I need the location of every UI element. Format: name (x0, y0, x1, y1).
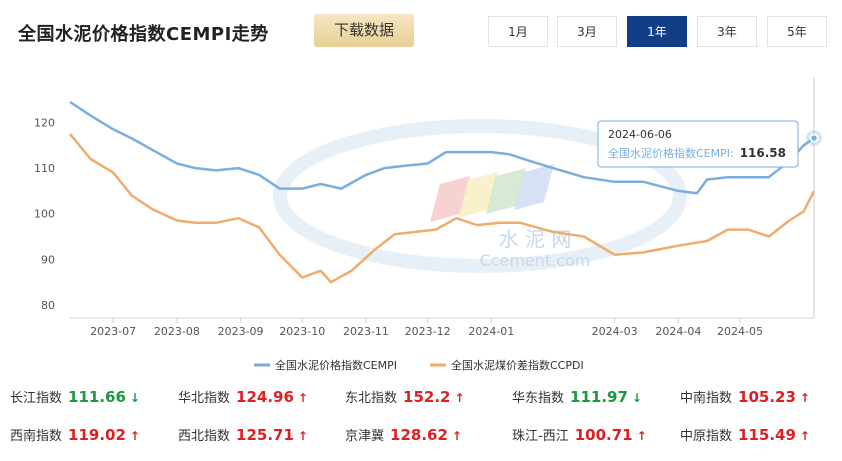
region-index-name: 珠江-西江 (512, 429, 569, 444)
region-index-item[interactable]: 华北指数 124.96 ↑ (178, 386, 308, 408)
region-index-value: 152.2 (403, 388, 451, 406)
region-index-name: 东北指数 (345, 391, 398, 406)
x-tick-label: 2024-03 (592, 325, 638, 338)
legend-label-0[interactable]: 全国水泥价格指数CEMPI (275, 358, 397, 372)
region-index-item[interactable]: 长江指数 111.66 ↓ (10, 386, 140, 408)
x-tick-label: 2023-09 (218, 325, 264, 338)
x-tick-label: 2023-10 (279, 325, 325, 338)
tab-range-1y[interactable]: 1年 (627, 16, 687, 47)
region-index-value: 128.62 (390, 426, 448, 444)
tooltip-label: 全国水泥价格指数CEMPI: (608, 146, 734, 160)
arrow-up-icon: ↑ (799, 429, 810, 443)
region-index-value: 111.97 (570, 388, 628, 406)
y-tick-label: 90 (41, 253, 55, 266)
region-index-name: 中南指数 (680, 391, 733, 406)
x-tick-label: 2024-05 (717, 325, 763, 338)
arrow-up-icon: ↑ (129, 429, 140, 443)
legend-label-1[interactable]: 全国水泥煤价差指数CCPDI (451, 358, 584, 372)
chart-area: 水 泥 网 Ccement.com 80 90 100 110 120 2023-07 20… (0, 64, 842, 376)
region-index-name: 长江指数 (10, 391, 63, 406)
arrow-down-icon: ↓ (631, 391, 642, 405)
tab-range-1m[interactable]: 1月 (488, 16, 548, 47)
arrow-up-icon: ↑ (636, 429, 647, 443)
region-index-name: 西北指数 (178, 429, 231, 444)
watermark-cn: 水 泥 网 (499, 227, 572, 251)
region-index-value: 100.71 (574, 426, 633, 444)
x-tick-label: 2023-08 (154, 325, 200, 338)
arrow-up-icon: ↑ (297, 391, 308, 405)
arrow-up-icon: ↑ (451, 429, 462, 443)
x-tick-label: 2024-01 (468, 325, 514, 338)
region-index-item[interactable]: 华东指数 111.97 ↓ (512, 386, 642, 408)
region-index-value: 125.71 (236, 426, 294, 444)
region-index-item[interactable]: 中南指数 105.23 ↑ (680, 386, 810, 408)
x-tick-label: 2023-11 (343, 325, 389, 338)
y-tick-label: 80 (41, 299, 55, 312)
region-index-item[interactable]: 西南指数 119.02 ↑ (10, 424, 140, 446)
y-tick-label: 100 (34, 208, 55, 221)
arrow-up-icon: ↑ (799, 391, 810, 405)
x-tick-label: 2023-07 (90, 325, 136, 338)
region-index-value: 111.66 (68, 388, 126, 406)
region-index-item[interactable]: 东北指数 152.2 ↑ (345, 386, 465, 408)
region-index-name: 西南指数 (10, 429, 63, 444)
region-index-value: 119.02 (68, 426, 126, 444)
tooltip-date: 2024-06-06 (608, 128, 672, 141)
y-tick-label: 110 (34, 162, 55, 175)
region-index-name: 中原指数 (680, 429, 733, 444)
region-index-item[interactable]: 西北指数 125.71 ↑ (178, 424, 308, 446)
x-tick-label: 2023-12 (405, 325, 451, 338)
tab-range-3y[interactable]: 3年 (697, 16, 757, 47)
region-index-item[interactable]: 中原指数 115.49 ↑ (680, 424, 810, 446)
region-index-name: 华北指数 (178, 391, 231, 406)
price-index-chart[interactable]: 水 泥 网Ccement.com 80 90 100 110 120 2023-07 20… (0, 64, 842, 376)
hover-point[interactable] (809, 133, 819, 143)
x-tick-label: 2024-04 (655, 325, 701, 338)
region-index-item[interactable]: 珠江-西江 100.71 ↑ (512, 424, 647, 446)
download-data-button[interactable]: 下载数据 (314, 14, 414, 47)
region-index-name: 京津冀 (345, 429, 385, 444)
region-index-value: 115.49 (738, 426, 796, 444)
arrow-up-icon: ↑ (454, 391, 465, 405)
region-index-name: 华东指数 (512, 391, 565, 406)
region-index-value: 124.96 (236, 388, 294, 406)
watermark-en: Ccement.com (480, 251, 591, 270)
region-index-value: 105.23 (738, 388, 796, 406)
arrow-down-icon: ↓ (129, 391, 140, 405)
region-index-item[interactable]: 京津冀 128.62 ↑ (345, 424, 462, 446)
tab-range-5y[interactable]: 5年 (767, 16, 827, 47)
tab-range-3m[interactable]: 3月 (557, 16, 617, 47)
tooltip-value: 116.58 (740, 146, 786, 160)
arrow-up-icon: ↑ (297, 429, 308, 443)
page-title: 全国水泥价格指数CEMPI走势 (18, 24, 269, 45)
y-tick-label: 120 (34, 116, 55, 129)
